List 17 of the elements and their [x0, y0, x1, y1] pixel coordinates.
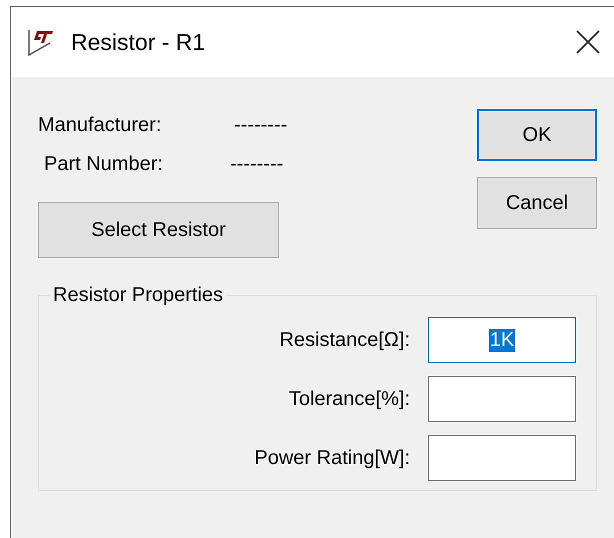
- close-icon[interactable]: [576, 30, 600, 54]
- window-title: Resistor - R1: [71, 28, 206, 56]
- field-label: Manufacturer:: [38, 113, 162, 137]
- dialog-button[interactable]: OK: [477, 109, 597, 161]
- field-value: --------: [234, 113, 288, 137]
- app-logo-icon: [28, 28, 56, 56]
- field-label: Tolerance[%]:: [288, 388, 410, 410]
- input-field[interactable]: [428, 435, 576, 481]
- field-value: --------: [230, 152, 284, 176]
- dialog-button[interactable]: Cancel: [477, 177, 597, 229]
- field-label: Power Rating[W]:: [253, 446, 410, 470]
- field-label: Resistance[Ω]:: [278, 328, 410, 352]
- group-title: Resistor Properties: [52, 284, 224, 307]
- select-resistor-button[interactable]: Select Resistor: [38, 202, 279, 258]
- input-field[interactable]: 1K: [428, 317, 576, 363]
- input-field[interactable]: [428, 376, 576, 422]
- field-label: Part Number:: [43, 152, 164, 176]
